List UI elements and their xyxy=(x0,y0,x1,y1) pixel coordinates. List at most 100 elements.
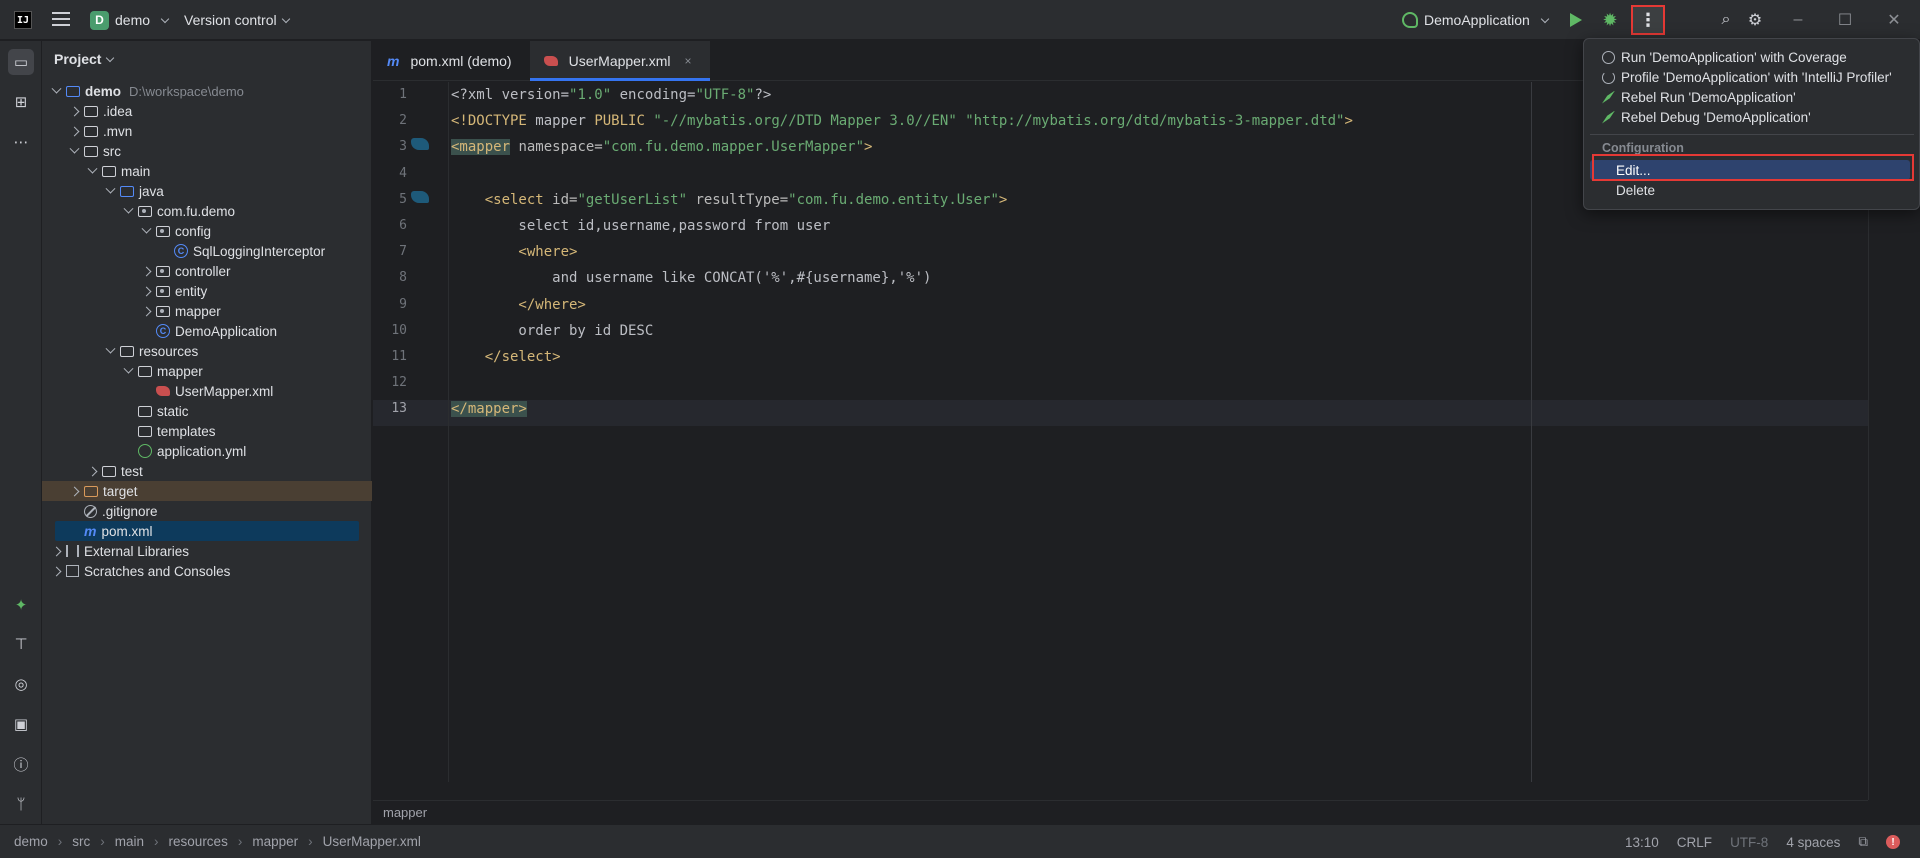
caret-position[interactable]: 13:10 xyxy=(1625,835,1659,850)
tree-item[interactable]: target xyxy=(42,481,372,501)
breadcrumb-item[interactable]: mapper xyxy=(252,834,298,849)
code-line[interactable]: </where> xyxy=(451,292,585,318)
menu-item-delete[interactable]: Delete xyxy=(1590,180,1910,200)
minimize-button[interactable]: – xyxy=(1786,8,1810,32)
code-line[interactable]: <mapper namespace="com.fu.demo.mapper.Us… xyxy=(451,134,872,160)
chevron-right-icon[interactable] xyxy=(68,105,80,117)
code-line[interactable]: <where> xyxy=(451,239,577,265)
breadcrumb-item[interactable]: UserMapper.xml xyxy=(323,834,421,849)
tab-usermapper-xml[interactable]: UserMapper.xml × xyxy=(529,41,710,81)
more-actions-button[interactable]: ⋮ xyxy=(1631,5,1665,35)
build-tool-button[interactable]: ⊤ xyxy=(8,631,34,657)
chevron-down-icon[interactable] xyxy=(68,145,80,157)
code-line[interactable]: <?xml version="1.0" encoding="UTF-8"?> xyxy=(451,82,771,108)
chevron-right-icon[interactable] xyxy=(86,465,98,477)
tree-item[interactable]: .idea xyxy=(42,101,372,121)
chevron-down-icon[interactable] xyxy=(122,365,134,377)
chevron-down-icon[interactable] xyxy=(86,165,98,177)
tree-item[interactable]: test xyxy=(42,461,372,481)
tab-pom-xml[interactable]: m pom.xml (demo) xyxy=(373,41,530,81)
tree-item[interactable]: demo D:\workspace\demo xyxy=(42,81,372,101)
indent-setting[interactable]: 4 spaces xyxy=(1786,835,1840,850)
menu-item-rebel-debug[interactable]: Rebel Debug 'DemoApplication' xyxy=(1590,107,1910,127)
tree-item[interactable]: C DemoApplication xyxy=(42,321,372,341)
tree-item[interactable]: static xyxy=(42,401,372,421)
tree-item[interactable]: m pom.xml xyxy=(55,521,359,541)
editor-breadcrumb[interactable]: mapper xyxy=(373,800,1868,824)
code-line[interactable]: </select> xyxy=(451,344,561,370)
tree-item[interactable]: java xyxy=(42,181,372,201)
run-button[interactable] xyxy=(1564,8,1588,32)
tree-item[interactable]: Scratches and Consoles xyxy=(42,561,372,581)
tree-item[interactable]: UserMapper.xml xyxy=(42,381,372,401)
search-button[interactable]: ⌕ xyxy=(1714,8,1738,32)
close-window-button[interactable]: ✕ xyxy=(1882,8,1906,32)
project-tool-button[interactable]: ▭ xyxy=(8,49,34,75)
tree-item[interactable]: mapper xyxy=(42,361,372,381)
tree-item[interactable]: com.fu.demo xyxy=(42,201,372,221)
chevron-right-icon[interactable] xyxy=(68,125,80,137)
main-menu-icon[interactable] xyxy=(52,12,70,28)
breadcrumb-item[interactable]: demo xyxy=(14,834,48,849)
version-control-menu[interactable]: Version control xyxy=(184,10,290,30)
mybatis-navigation-icon[interactable] xyxy=(411,190,429,203)
chevron-down-icon[interactable] xyxy=(50,85,62,97)
chevron-right-icon[interactable] xyxy=(68,485,80,497)
project-panel-header[interactable]: Project xyxy=(54,51,115,67)
chevron-right-icon[interactable] xyxy=(140,285,152,297)
project-switcher[interactable]: D demo xyxy=(90,10,170,30)
chevron-right-icon[interactable] xyxy=(50,565,62,577)
file-encoding[interactable]: UTF-8 xyxy=(1730,835,1768,850)
code-line[interactable]: select id,username,password from user xyxy=(451,213,830,239)
code-line[interactable]: <select id="getUserList" resultType="com… xyxy=(451,187,1008,213)
breadcrumb-item[interactable]: src xyxy=(72,834,90,849)
debug-button[interactable]: ✹ xyxy=(1598,8,1622,32)
menu-item-profile[interactable]: Profile 'DemoApplication' with 'IntelliJ… xyxy=(1590,67,1910,87)
code-line[interactable]: order by id DESC xyxy=(451,318,653,344)
breadcrumb-item[interactable]: resources xyxy=(169,834,228,849)
run-configuration-selector[interactable]: DemoApplication xyxy=(1402,10,1550,30)
maximize-button[interactable]: ☐ xyxy=(1833,8,1857,32)
chevron-right-icon[interactable] xyxy=(140,265,152,277)
terminal-tool-button[interactable]: ▣ xyxy=(8,711,34,737)
tree-item[interactable]: C SqlLoggingInterceptor xyxy=(42,241,372,261)
menu-item-rebel-run[interactable]: Rebel Run 'DemoApplication' xyxy=(1590,87,1910,107)
tree-item[interactable]: External Libraries xyxy=(42,541,372,561)
chevron-right-icon[interactable] xyxy=(140,305,152,317)
code-line[interactable]: </mapper> xyxy=(451,396,527,422)
tree-item[interactable]: src xyxy=(42,141,372,161)
tree-item[interactable]: .gitignore xyxy=(42,501,372,521)
chevron-right-icon[interactable] xyxy=(50,545,62,557)
tree-item[interactable]: .mvn xyxy=(42,121,372,141)
tree-item[interactable]: mapper xyxy=(42,301,372,321)
chevron-down-icon[interactable] xyxy=(104,185,116,197)
error-indicator-icon[interactable]: ! xyxy=(1886,835,1900,849)
tree-item[interactable]: templates xyxy=(42,421,372,441)
tree-item[interactable]: controller xyxy=(42,261,372,281)
tree-item[interactable]: config xyxy=(42,221,372,241)
mybatis-navigation-icon[interactable] xyxy=(411,138,429,151)
tree-item[interactable]: main xyxy=(42,161,372,181)
menu-item-run-with-coverage[interactable]: Run 'DemoApplication' with Coverage xyxy=(1590,47,1910,67)
tree-item[interactable]: resources xyxy=(42,341,372,361)
line-separator[interactable]: CRLF xyxy=(1677,835,1712,850)
services-tool-button[interactable]: ◎ xyxy=(8,671,34,697)
chevron-down-icon[interactable] xyxy=(104,345,116,357)
more-tools-button[interactable]: ⋯ xyxy=(8,129,34,155)
problems-tool-button[interactable]: ⓘ xyxy=(8,751,34,777)
chevron-down-icon[interactable] xyxy=(122,205,134,217)
code-token: <select xyxy=(451,191,544,208)
settings-button[interactable]: ⚙ xyxy=(1743,8,1767,32)
close-tab-icon[interactable]: × xyxy=(685,54,692,68)
git-tool-button[interactable]: ᛘ xyxy=(8,791,34,817)
status-widgets: 13:10 CRLF UTF-8 4 spaces ⧉ ! xyxy=(1625,834,1900,850)
breadcrumb-item[interactable]: main xyxy=(115,834,144,849)
chevron-down-icon[interactable] xyxy=(140,225,152,237)
jrebel-tool-button[interactable]: ✦ xyxy=(8,592,34,618)
tree-item[interactable]: entity xyxy=(42,281,372,301)
code-line[interactable]: and username like CONCAT('%',#{username}… xyxy=(451,265,931,291)
tree-item[interactable]: application.yml xyxy=(42,441,372,461)
readonly-lock-icon[interactable]: ⧉ xyxy=(1858,834,1868,850)
code-line[interactable]: <!DOCTYPE mapper PUBLIC "-//mybatis.org/… xyxy=(451,108,1353,134)
structure-tool-button[interactable]: ⊞ xyxy=(8,89,34,115)
